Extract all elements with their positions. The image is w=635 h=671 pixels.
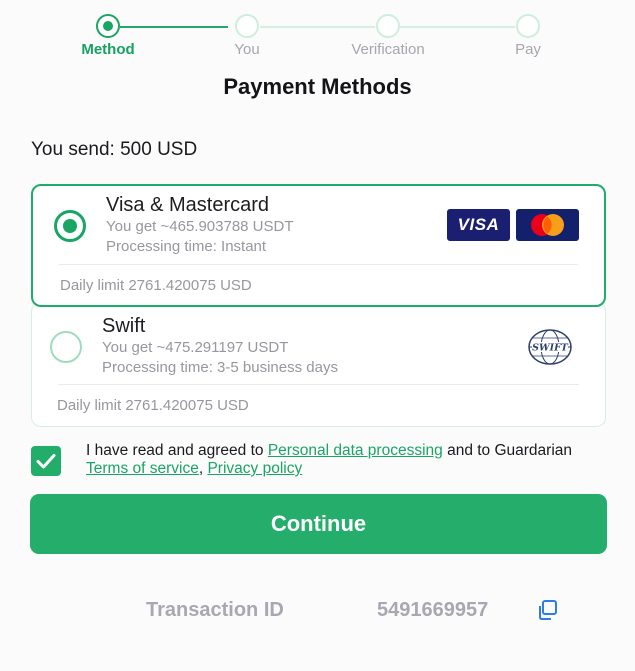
- method-name: Visa & Mastercard: [106, 194, 270, 216]
- step-method: Method: [53, 14, 163, 58]
- step-dot: [376, 14, 400, 38]
- step-dot: [235, 14, 259, 38]
- daily-limit: Daily limit 2761.420075 USD: [60, 277, 252, 294]
- agreement-text-part: and to Guardarian: [442, 442, 573, 459]
- personal-data-processing-link[interactable]: Personal data processing: [268, 442, 443, 459]
- radio-unselected[interactable]: [50, 331, 82, 363]
- swift-logo-text: SWIFT: [532, 343, 569, 354]
- step-verification: Verification: [333, 14, 443, 58]
- card-divider: [59, 264, 578, 265]
- step-label: You: [234, 41, 260, 58]
- radio-selected[interactable]: [54, 210, 86, 242]
- visa-logo: VISA: [447, 209, 510, 241]
- send-amount: You send: 500 USD: [31, 139, 198, 160]
- method-card-visa-mastercard[interactable]: Visa & Mastercard You get ~465.903788 US…: [31, 184, 606, 307]
- agreement-checkbox[interactable]: [31, 446, 61, 476]
- step-label: Method: [81, 41, 135, 58]
- method-processing-time: Processing time: Instant: [106, 238, 267, 255]
- swift-logo: SWIFT: [527, 328, 573, 371]
- transaction-id-label: Transaction ID: [146, 599, 284, 621]
- copy-icon[interactable]: [536, 599, 558, 626]
- progress-stepper: Method You Verification Pay: [0, 14, 635, 62]
- step-label: Pay: [515, 41, 541, 58]
- privacy-policy-link[interactable]: Privacy policy: [207, 460, 302, 477]
- step-dot-active: [96, 14, 120, 38]
- step-label: Verification: [351, 41, 425, 58]
- daily-limit: Daily limit 2761.420075 USD: [57, 397, 249, 414]
- agreement-text-part: I have read and agreed to: [86, 442, 268, 459]
- terms-of-service-link[interactable]: Terms of service: [86, 460, 199, 477]
- checkmark-icon: [36, 454, 56, 469]
- step-dot: [516, 14, 540, 38]
- payment-methods-page: Method You Verification Pay Payment Meth…: [0, 0, 635, 671]
- method-card-swift[interactable]: Swift You get ~475.291197 USDT Processin…: [31, 302, 606, 427]
- step-you: You: [192, 14, 302, 58]
- method-processing-time: Processing time: 3-5 business days: [102, 359, 338, 376]
- card-divider: [58, 384, 579, 385]
- page-title: Payment Methods: [223, 74, 412, 99]
- step-pay: Pay: [473, 14, 583, 58]
- method-you-get: You get ~465.903788 USDT: [106, 218, 294, 235]
- transaction-id-value: 5491669957: [377, 599, 489, 621]
- method-you-get: You get ~475.291197 USDT: [102, 339, 289, 356]
- method-name: Swift: [102, 315, 146, 337]
- agreement-text: I have read and agreed to Personal data …: [86, 442, 606, 478]
- mastercard-logo: [516, 209, 579, 241]
- continue-button[interactable]: Continue: [30, 494, 607, 554]
